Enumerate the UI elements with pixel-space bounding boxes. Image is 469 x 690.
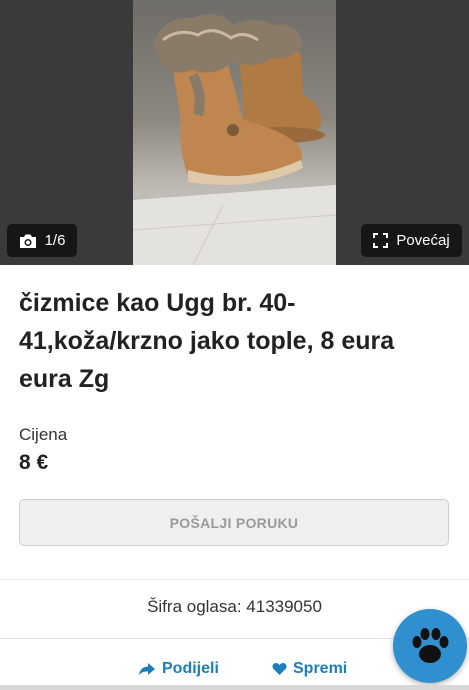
paw-icon xyxy=(412,628,449,663)
share-button[interactable]: Podijeli xyxy=(138,660,219,678)
zoom-label: Povećaj xyxy=(396,232,450,249)
price-value: 8 € xyxy=(19,451,49,474)
price-label: Cijena xyxy=(19,425,68,444)
send-message-button[interactable]: POŠALJI PORUKU xyxy=(19,499,449,546)
boots-photo-illustration xyxy=(133,14,336,265)
share-label: Podijeli xyxy=(162,660,219,677)
chat-fab-button[interactable] xyxy=(393,609,467,683)
expand-icon xyxy=(373,233,389,248)
camera-icon xyxy=(19,234,36,248)
listing-photo[interactable] xyxy=(133,0,336,265)
zoom-button[interactable]: Povećaj xyxy=(361,224,462,257)
image-gallery[interactable]: 1/6 Povećaj xyxy=(0,0,469,265)
ad-code: Šifra oglasa: 41339050 xyxy=(147,597,322,616)
photo-counter[interactable]: 1/6 xyxy=(7,224,77,257)
bottom-edge xyxy=(0,685,469,690)
save-button[interactable]: Spremi xyxy=(272,660,347,678)
share-arrow-icon xyxy=(139,663,155,675)
send-message-label: POŠALJI PORUKU xyxy=(169,514,299,531)
photo-counter-label: 1/6 xyxy=(44,232,66,249)
heart-icon xyxy=(272,662,287,675)
divider xyxy=(0,579,469,580)
listing-title: čizmice kao Ugg br. 40-41,koža/krzno jak… xyxy=(19,289,395,393)
save-label: Spremi xyxy=(293,660,348,677)
